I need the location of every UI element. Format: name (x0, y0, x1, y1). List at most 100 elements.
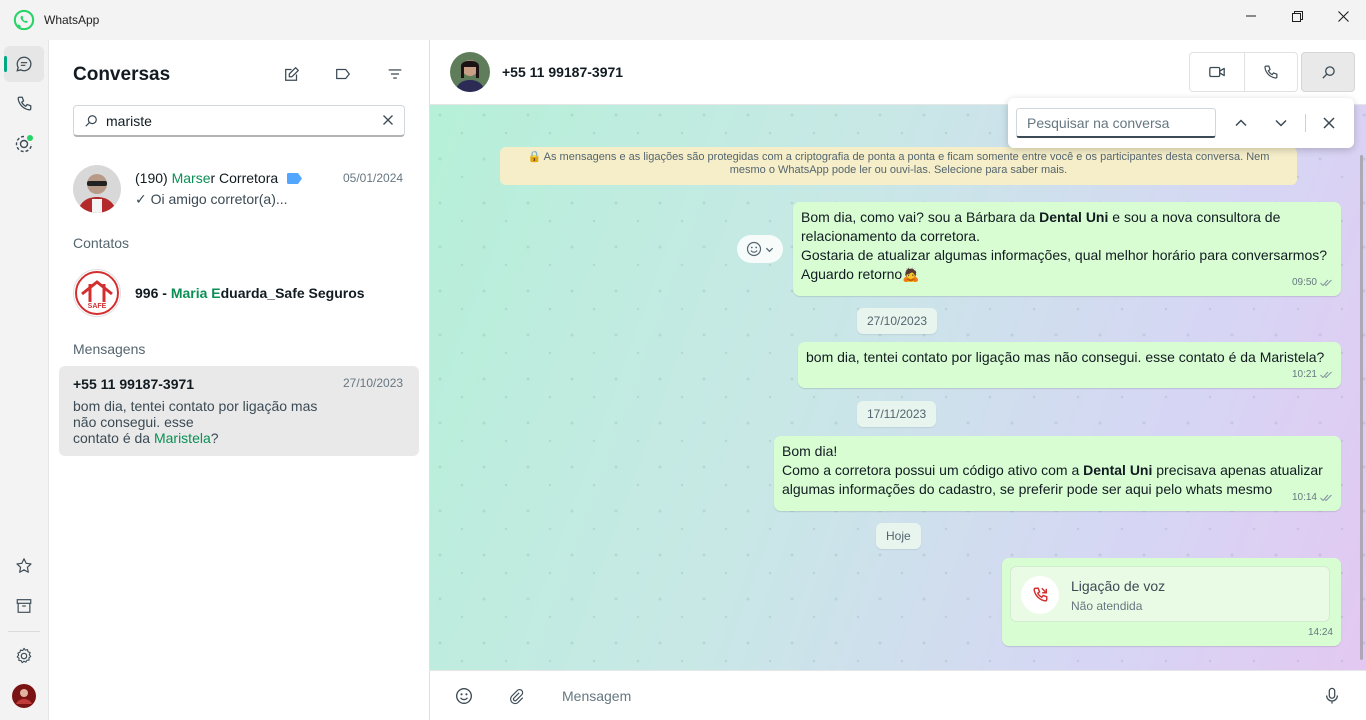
message-meta: 10:14 (1292, 488, 1333, 507)
double-check-icon (1320, 371, 1332, 378)
labels-button[interactable] (327, 60, 359, 88)
date-separator: 17/11/2023 (857, 401, 937, 427)
chats-icon (16, 56, 32, 72)
message-input[interactable]: Mensagem (562, 688, 631, 704)
chat-scrollbar[interactable] (1360, 155, 1363, 660)
chat-result-prefix: (190) (135, 170, 172, 186)
message-bold-text: Dental Uni (1083, 462, 1153, 478)
voice-call-card[interactable]: Ligação de voz Não atendida (1010, 566, 1330, 622)
contact-avatar-photo (450, 52, 490, 92)
find-close-button[interactable] (1315, 110, 1343, 136)
new-chat-button[interactable] (276, 60, 308, 88)
rail-archive-button[interactable] (4, 588, 44, 624)
rail-status-button[interactable] (4, 126, 44, 162)
message-bubble-outgoing[interactable]: Bom dia, como vai? sou a Bárbara da Dent… (793, 202, 1341, 296)
navigation-rail (0, 40, 49, 720)
message-bubble-outgoing[interactable]: bom dia, tentei contato por ligação mas … (798, 342, 1341, 388)
chat-messages-area: 🔒 As mensagens e as ligações são protegi… (430, 105, 1366, 670)
chat-result-date: 05/01/2024 (343, 171, 404, 185)
emoji-button[interactable] (451, 683, 477, 709)
contact-result-title[interactable]: 996 - Maria Eduarda_Safe Seguros (135, 285, 365, 301)
message-result-title: +55 11 99187-3971 (73, 376, 195, 392)
find-in-chat-bar (1008, 98, 1354, 148)
calls-icon (17, 96, 32, 111)
avatar-photo (73, 165, 121, 213)
chevron-up-icon (1235, 119, 1247, 127)
chevron-down-icon (765, 247, 774, 252)
clear-search-icon[interactable] (382, 114, 394, 126)
encryption-notice[interactable]: 🔒 As mensagens e as ligações são protegi… (500, 147, 1297, 185)
restore-icon (1291, 10, 1303, 22)
chat-result-avatar[interactable] (73, 165, 121, 213)
filter-button[interactable] (379, 60, 411, 88)
find-in-chat-input[interactable] (1016, 108, 1216, 138)
safe-seguros-logo: SAFE (75, 271, 119, 315)
rail-chats-button[interactable] (4, 46, 44, 82)
chat-result-highlight: Marse (171, 170, 211, 186)
contact-result-avatar[interactable]: SAFE (73, 269, 121, 317)
date-separator: 27/10/2023 (857, 308, 938, 334)
message-result-snippet: bom dia, tentei contato por ligação mas … (73, 398, 343, 446)
message-time: 10:21 (1291, 369, 1317, 380)
chat-result-rest: r Corretora (210, 170, 279, 186)
call-icon-circle (1021, 576, 1059, 614)
message-time: 09:50 (1291, 277, 1317, 288)
maximize-button[interactable] (1274, 0, 1320, 32)
find-previous-button[interactable] (1227, 110, 1255, 136)
close-window-button[interactable] (1320, 0, 1366, 32)
voice-call-button[interactable] (1243, 53, 1298, 91)
minimize-icon (1246, 15, 1256, 17)
status-icon (15, 135, 33, 153)
message-text-line: Bom dia! (782, 443, 838, 459)
message-text: Bom dia, como vai? sou a Bárbara da Dent… (801, 208, 1333, 246)
minimize-button[interactable] (1228, 0, 1274, 32)
settings-icon (16, 647, 32, 664)
message-result-item[interactable]: +55 11 99187-3971 27/10/2023 bom dia, te… (59, 366, 419, 456)
svg-text:SAFE: SAFE (88, 303, 107, 310)
message-text-line: Aguardo retorno🙇 (801, 266, 920, 282)
video-camera-icon (1208, 66, 1225, 78)
snippet-line-3-prefix: contato é da (73, 430, 154, 446)
double-check-icon (1320, 279, 1332, 286)
reaction-button[interactable] (737, 235, 783, 263)
label-icon (336, 68, 350, 80)
rail-calls-button[interactable] (4, 86, 44, 122)
snippet-line-3-suffix: ? (210, 430, 219, 446)
message-meta: 10:21 (1292, 365, 1333, 384)
chat-result-preview: ✓ Oi amigo corretor(a)... (135, 191, 288, 207)
contact-result-rest: duarda_Safe Seguros (220, 285, 365, 301)
search-input[interactable] (106, 111, 366, 131)
microphone-icon (1325, 687, 1339, 704)
contacts-section-label: Contatos (73, 235, 130, 251)
chat-result-title[interactable]: (190) Marser Corretora (135, 170, 303, 186)
paperclip-icon (510, 689, 524, 705)
rail-settings-button[interactable] (4, 638, 44, 674)
chat-header: +55 11 99187-3971 (430, 40, 1366, 105)
attach-button[interactable] (503, 683, 529, 709)
voice-message-button[interactable] (1319, 683, 1345, 709)
call-title: Ligação de voz (1071, 578, 1166, 594)
rail-divider (8, 631, 40, 632)
find-next-button[interactable] (1267, 110, 1295, 136)
panel-title: Conversas (73, 64, 171, 85)
message-result-date: 27/10/2023 (343, 376, 404, 390)
snippet-line-1: bom dia, tentei contato por ligação mas (73, 398, 318, 414)
snippet-highlight: Maristela (153, 430, 211, 446)
profile-avatar (12, 684, 36, 708)
missed-call-bubble[interactable]: Ligação de voz Não atendida 14:24 (1002, 558, 1341, 646)
title-bar: WhatsApp (0, 0, 1366, 40)
video-call-button[interactable] (1190, 53, 1244, 91)
contact-name[interactable]: +55 11 99187-3971 (502, 64, 623, 80)
search-in-chat-button[interactable] (1301, 52, 1355, 92)
message-text-line: Gostaria de atualizar algumas informaçõe… (801, 247, 1328, 263)
rail-starred-button[interactable] (4, 548, 44, 584)
rail-profile-button[interactable] (4, 678, 44, 714)
contact-result-prefix: 996 - (135, 285, 171, 301)
double-check-icon (1320, 494, 1332, 501)
close-icon (1323, 117, 1335, 129)
contact-avatar[interactable] (450, 52, 490, 92)
message-time: 14:24 (1307, 627, 1333, 638)
search-icon (1321, 65, 1335, 79)
message-bubble-outgoing[interactable]: Bom dia! Como a corretora possui um códi… (774, 436, 1341, 511)
message-text: Como a corretora possui um código ativo … (782, 461, 1333, 499)
